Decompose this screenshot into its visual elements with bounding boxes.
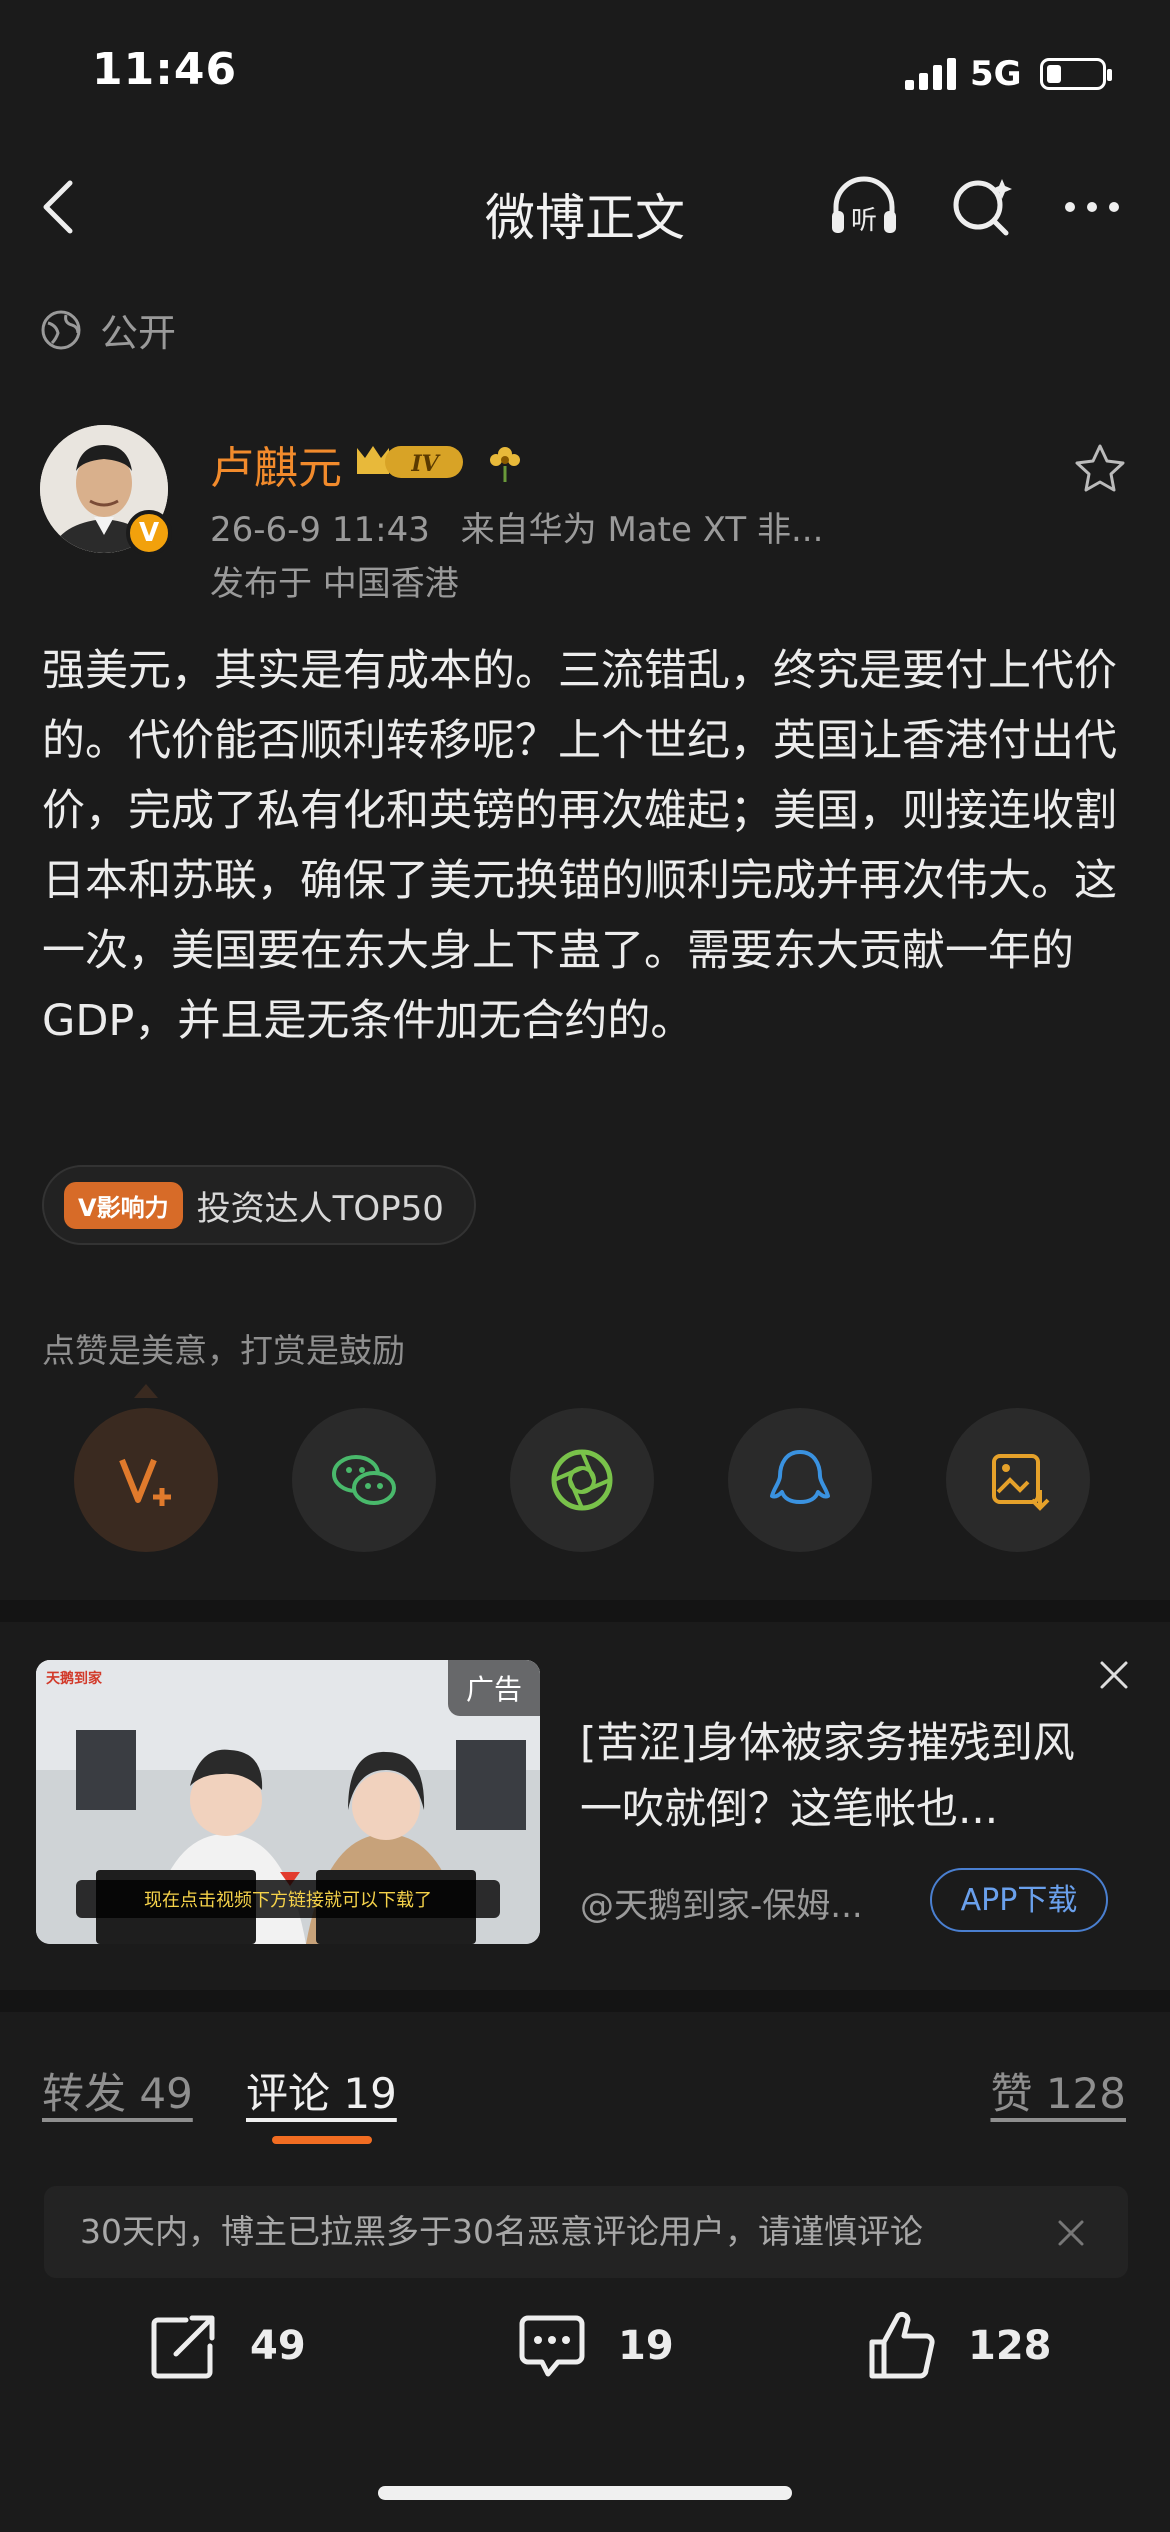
share-moments-button[interactable] (510, 1408, 654, 1552)
comment-count: 19 (618, 2323, 674, 2369)
wechat-icon (332, 1455, 396, 1505)
svg-text:听: 听 (851, 206, 877, 236)
influence-badge: V影响力 (64, 1181, 183, 1229)
reward-button[interactable] (74, 1408, 218, 1552)
ad-caption: 现在点击视频下方链接就可以下载了 (76, 1880, 500, 1918)
crown-level-icon: IV (355, 440, 475, 488)
tab-comment[interactable]: 评论 19 (246, 2060, 397, 2121)
ad-label: 广告 (447, 1660, 540, 1716)
save-image-icon (992, 1454, 1050, 1511)
share-wechat-button[interactable] (292, 1408, 436, 1552)
influence-tag[interactable]: V影响力 投资达人TOP50 (42, 1165, 476, 1245)
like-button[interactable]: 128 (864, 2308, 1052, 2384)
thumbs-up-icon (869, 2311, 935, 2379)
active-tab-indicator (272, 2136, 372, 2144)
share-qq-button[interactable] (728, 1408, 872, 1552)
ad-title[interactable]: [苦涩]身体被家务摧残到风一吹就倒？这笔帐也... (580, 1710, 1100, 1842)
post-meta: 26-6-9 11:43 来自华为 Mate XT 非... (210, 502, 823, 551)
qq-icon (770, 1450, 830, 1504)
ad-brand: 天鹅到家 (46, 1671, 102, 1687)
tab-repost[interactable]: 转发 49 (42, 2060, 193, 2121)
visibility-label: 公开 (100, 311, 177, 355)
repost-icon (151, 2315, 215, 2379)
ad-image[interactable]: 天鹅到家 广告 现在点击视频下方链接就可以下载了 (36, 1660, 540, 1944)
section-divider (0, 1600, 1170, 1622)
notice-close-icon[interactable] (1056, 2218, 1086, 2248)
section-divider (0, 1990, 1170, 2012)
moments-icon (551, 1449, 613, 1511)
post-source[interactable]: 来自华为 Mate XT 非... (461, 510, 824, 550)
like-count: 128 (968, 2323, 1052, 2369)
save-image-button[interactable] (946, 1408, 1090, 1552)
listen-icon[interactable]: 听 (822, 165, 906, 249)
reward-hint: 点赞是美意，打赏是鼓励 (42, 1331, 405, 1370)
hint-pointer (134, 1384, 158, 1398)
post-time: 26-6-9 11:43 (210, 510, 430, 550)
author-name[interactable]: 卢麒元 (210, 432, 342, 496)
v-plus-icon (119, 1458, 171, 1506)
ad-source: @天鹅到家-保姆... (580, 1886, 863, 1926)
close-icon[interactable] (1094, 1655, 1134, 1695)
search-icon[interactable] (940, 165, 1024, 249)
favorite-star-icon[interactable] (1070, 440, 1130, 504)
svg-text:IV: IV (410, 451, 440, 477)
influence-label: 投资达人TOP50 (196, 1188, 444, 1229)
post-content: 强美元，其实是有成本的。三流错乱，终究是要付上代价的。代价能否顺利转移呢？上个世… (42, 646, 1117, 1046)
comment-icon (519, 2315, 585, 2377)
more-icon[interactable] (1050, 165, 1134, 249)
flower-icon (485, 440, 525, 488)
repost-count: 49 (250, 2323, 306, 2369)
network-type: 5G (970, 54, 1022, 94)
repost-button[interactable]: 49 (146, 2308, 306, 2384)
signal-icon (905, 56, 960, 90)
post-location: 发布于 中国香港 (210, 564, 459, 604)
tab-like[interactable]: 赞 128 (990, 2060, 1126, 2121)
comment-button[interactable]: 19 (514, 2308, 674, 2384)
ad-download-button[interactable]: APP下载 (930, 1868, 1108, 1932)
comment-notice: 30天内，博主已拉黑多于30名恶意评论用户，请谨慎评论 (44, 2186, 1128, 2278)
status-time: 11:46 (92, 44, 238, 95)
verified-badge-icon: V (126, 510, 172, 556)
globe-icon (41, 310, 81, 349)
visibility-indicator: 公开 (40, 302, 176, 357)
home-indicator[interactable] (378, 2486, 792, 2500)
battery-icon (1040, 58, 1112, 90)
